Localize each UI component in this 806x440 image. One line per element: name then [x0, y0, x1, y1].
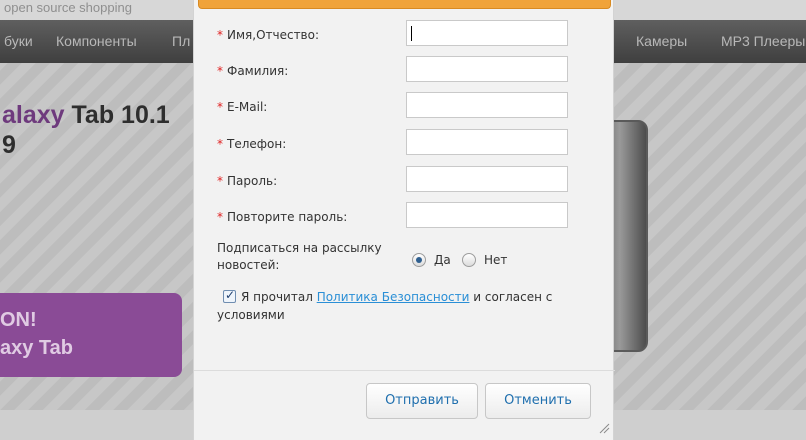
nav-item-cameras[interactable]: Камеры	[636, 33, 687, 49]
agree-line2: условиями	[217, 308, 285, 322]
banner-title-line2: 9	[2, 131, 16, 159]
banner-title-rest: Tab 10.1	[64, 101, 170, 129]
newsletter-yes-radio[interactable]	[412, 253, 426, 267]
resize-grip-icon[interactable]	[598, 422, 610, 434]
dialog-header-bar	[198, 0, 611, 9]
required-mark: *	[217, 28, 223, 42]
form-row-surname: * Фамилия:	[194, 56, 615, 86]
newsletter-label: Подписаться на рассылку новостей:	[217, 241, 382, 272]
checkmark-icon: ✓	[225, 288, 236, 302]
email-input[interactable]	[406, 92, 568, 118]
cancel-button[interactable]: Отменить	[485, 383, 591, 419]
text-caret	[411, 26, 412, 41]
form-row-phone: * Телефон:	[194, 129, 615, 159]
privacy-policy-link[interactable]: Политика Безопасности	[317, 290, 470, 304]
field-label-name: * Имя,Отчество:	[217, 28, 320, 42]
phone-input[interactable]	[406, 129, 568, 155]
agree-suffix: и согласен с	[473, 290, 553, 304]
password-input[interactable]	[406, 166, 568, 192]
submit-button[interactable]: Отправить	[366, 383, 478, 419]
dialog-footer-divider	[194, 370, 615, 371]
agreement-text: Я прочитал Политика Безопасности и согла…	[217, 288, 597, 324]
form-row-email: * E-Mail:	[194, 92, 615, 122]
password-confirm-input[interactable]	[406, 202, 568, 228]
field-label-password: * Пароль:	[217, 174, 278, 188]
agreement-block: ✓ Я прочитал Политика Безопасности и сог…	[217, 288, 597, 324]
form-row-name: * Имя,Отчество:	[194, 20, 615, 50]
required-mark: *	[217, 137, 223, 151]
field-label-surname: * Фамилия:	[217, 64, 289, 78]
promo-text: ON! axy Tab	[0, 306, 73, 362]
nav-item-tablets[interactable]: Пл	[172, 33, 190, 49]
promo-line1: ON!	[0, 309, 37, 331]
nav-item-notebooks[interactable]: буки	[4, 33, 33, 49]
site-slogan: open source shopping	[4, 0, 132, 15]
banner-title-accent: alaxy	[2, 101, 65, 129]
required-mark: *	[217, 64, 223, 78]
field-label-phone: * Телефон:	[217, 137, 287, 151]
form-row-password-confirm: * Повторите пароль:	[194, 202, 615, 232]
field-label-email: * E-Mail:	[217, 100, 268, 114]
nav-item-mp3[interactable]: MP3 Плееры	[721, 33, 805, 49]
newsletter-no-label[interactable]: Нет	[484, 253, 507, 267]
surname-input[interactable]	[406, 56, 568, 82]
agree-checkbox[interactable]: ✓	[223, 288, 236, 303]
promo-line2: axy Tab	[0, 337, 73, 359]
required-mark: *	[217, 100, 223, 114]
required-mark: *	[217, 210, 223, 224]
nav-item-components[interactable]: Компоненты	[56, 33, 137, 49]
newsletter-no-radio[interactable]	[462, 253, 476, 267]
field-label-password-confirm: * Повторите пароль:	[217, 210, 348, 224]
newsletter-yes-label[interactable]: Да	[434, 253, 451, 267]
registration-dialog: * Имя,Отчество: * Фамилия: * E-Mail: * Телеф…	[193, 0, 615, 440]
agree-prefix: Я прочитал	[241, 290, 313, 304]
form-row-password: * Пароль:	[194, 166, 615, 196]
name-input[interactable]	[406, 20, 568, 46]
banner-title: alaxy Tab 10.1 9	[2, 100, 170, 160]
required-mark: *	[217, 174, 223, 188]
